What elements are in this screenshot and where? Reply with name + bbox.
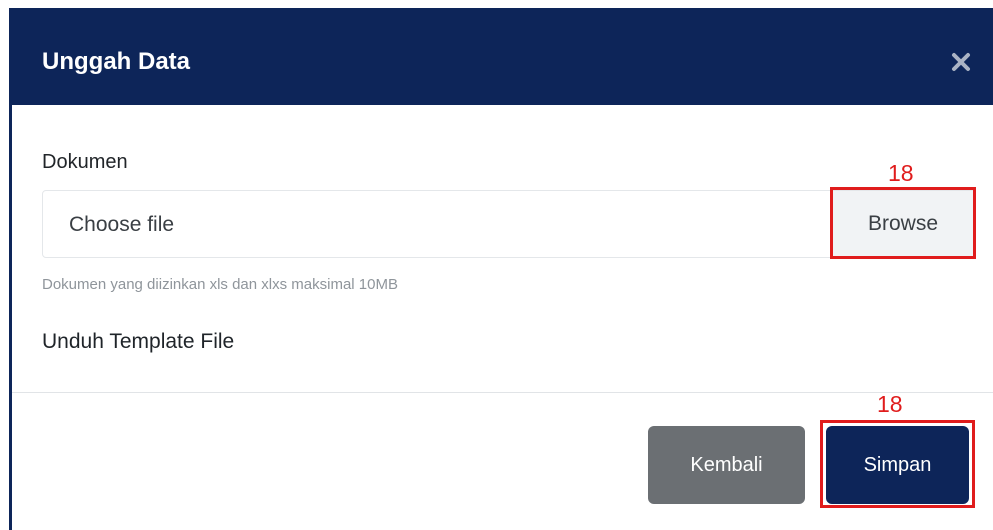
modal-header: Unggah Data: [9, 8, 993, 105]
close-icon[interactable]: [949, 50, 973, 74]
kembali-button[interactable]: Kembali: [648, 426, 805, 504]
upload-modal: Unggah Data Dokumen Choose file Browse 1…: [0, 0, 993, 530]
annotation-number-browse: 18: [888, 160, 914, 186]
download-template-link[interactable]: Unduh Template File: [42, 330, 234, 354]
modal-title: Unggah Data: [42, 48, 191, 75]
annotation-number-simpan: 18: [877, 391, 903, 417]
annotation-box-browse: [830, 187, 976, 259]
dokumen-label: Dokumen: [42, 151, 128, 173]
help-text: Dokumen yang diizinkan xls dan xlxs maks…: [42, 276, 398, 293]
file-input-label: Choose file: [69, 213, 175, 236]
annotation-box-simpan: [820, 420, 975, 508]
modal-left-border: [9, 105, 12, 530]
footer-divider: [12, 392, 993, 393]
